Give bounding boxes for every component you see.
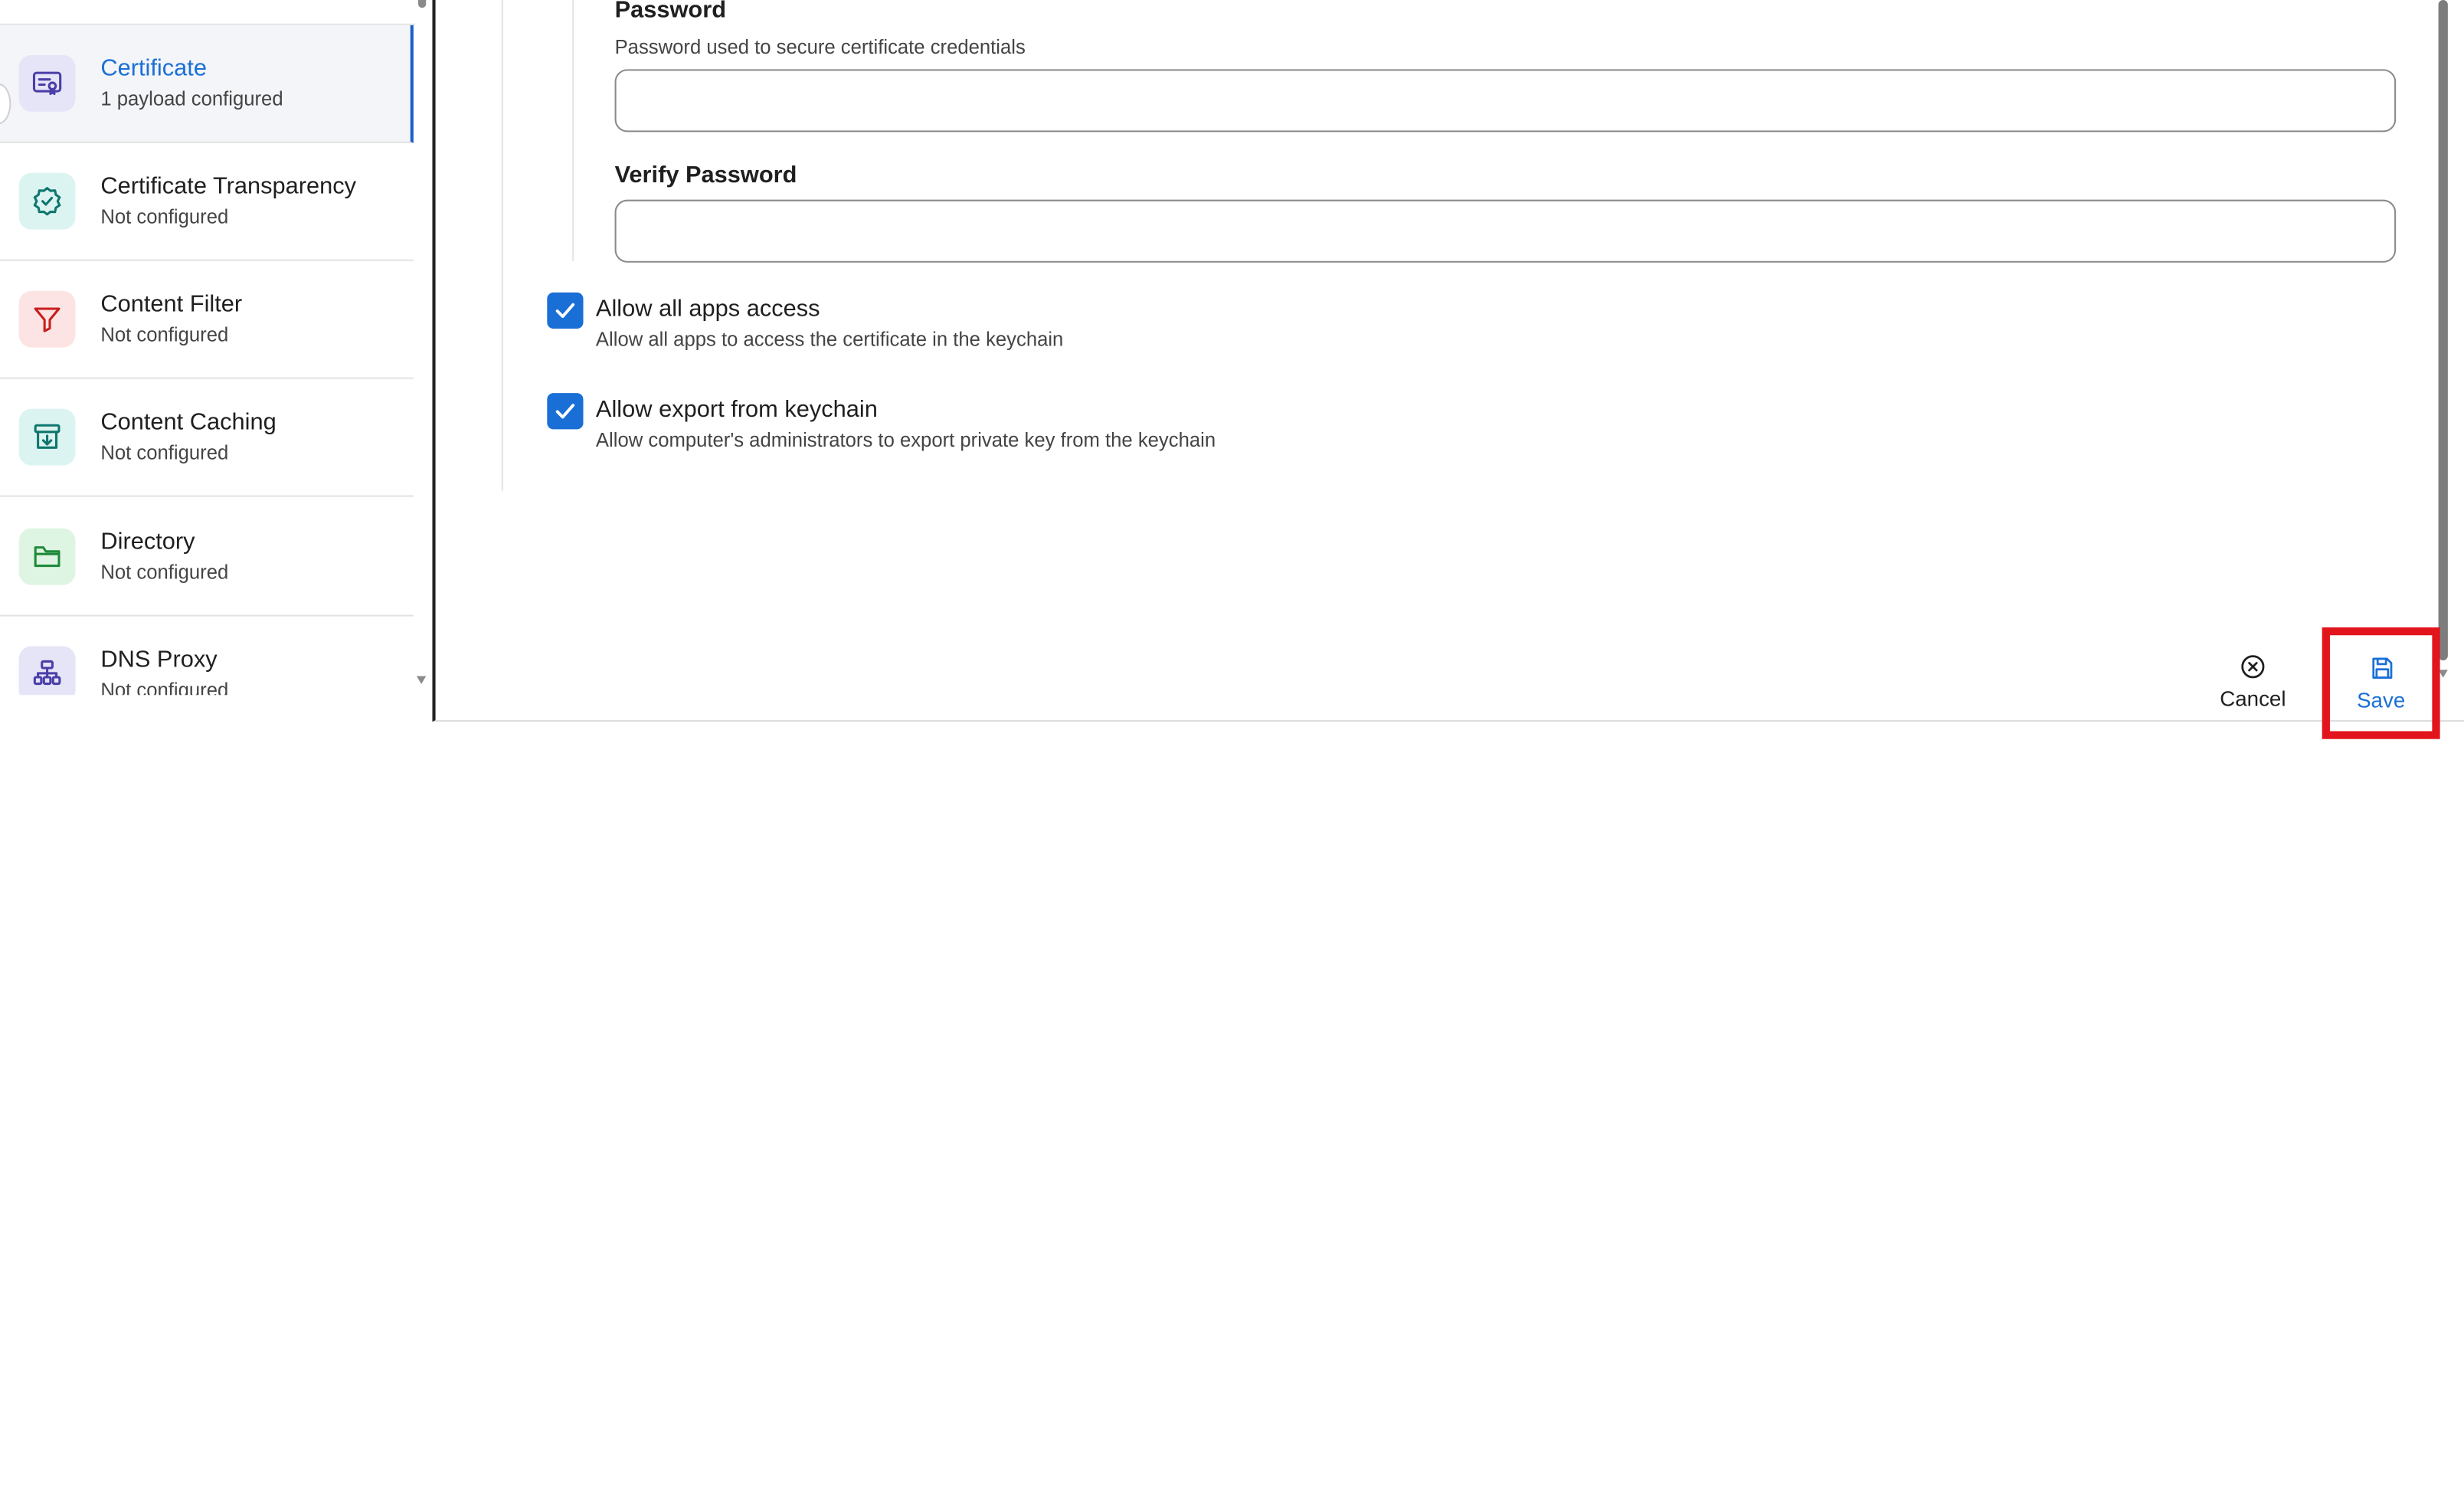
sidebar-item-dns-proxy[interactable]: DNS Proxy Not configured <box>0 617 414 696</box>
close-circle-icon <box>2241 655 2265 679</box>
allow-all-apps-label[interactable]: Allow all apps access <box>596 296 820 323</box>
sidebar-item-certificate[interactable]: Certificate 1 payload configured <box>0 25 414 143</box>
sidebar-item-label: Content Caching <box>100 408 277 436</box>
editor-scrollbar[interactable] <box>2438 0 2448 661</box>
save-button-label: Save <box>2357 688 2406 712</box>
allow-export-label[interactable]: Allow export from keychain <box>596 396 878 423</box>
section-indent-line <box>501 0 503 491</box>
allow-export-description: Allow computer's administrators to expor… <box>595 429 1216 452</box>
payload-sidebar: Certificate 1 payload configured Certifi… <box>0 0 415 696</box>
cancel-button[interactable]: Cancel <box>2204 641 2302 723</box>
scroll-down-arrow-icon[interactable] <box>416 676 427 684</box>
archive-download-icon <box>18 408 76 466</box>
app-root: Certificate 1 payload configured Certifi… <box>0 0 2464 1503</box>
scroll-thumb[interactable] <box>417 0 427 8</box>
allow-all-apps-description: Allow all apps to access the certificate… <box>595 328 1064 351</box>
folder-icon <box>18 528 76 585</box>
password-description: Password used to secure certificate cred… <box>614 36 1026 58</box>
verify-password-field[interactable] <box>614 199 2397 263</box>
save-button[interactable]: Save <box>2322 627 2440 739</box>
sidebar-item-label: DNS Proxy <box>100 646 218 673</box>
sidebar-item-status: Not configured <box>100 441 229 464</box>
checkmark-icon <box>555 303 575 319</box>
sidebar-item-label: Directory <box>100 528 195 555</box>
network-icon <box>18 646 76 696</box>
sidebar-scrollbar[interactable] <box>415 0 429 695</box>
sidebar-item-label: Certificate <box>100 54 207 82</box>
save-icon <box>2371 657 2392 679</box>
sidebar-item-content-filter[interactable]: Content Filter Not configured <box>0 261 414 379</box>
subsection-indent-line <box>572 0 574 261</box>
filter-icon <box>18 290 76 348</box>
sidebar-item-status: Not configured <box>100 679 229 696</box>
sidebar-item-status: 1 payload configured <box>100 87 283 110</box>
collapse-handle[interactable] <box>0 83 11 125</box>
allow-export-checkbox[interactable] <box>547 393 584 430</box>
sidebar-item-status: Not configured <box>100 205 229 228</box>
sidebar-item-status: Not configured <box>100 561 229 584</box>
sidebar-item-certificate-transparency[interactable]: Certificate Transparency Not configured <box>0 143 414 261</box>
checkmark-icon <box>555 404 575 419</box>
check-badge-icon <box>18 172 76 230</box>
allow-all-apps-checkbox[interactable] <box>547 292 584 329</box>
certificate-icon <box>18 54 76 112</box>
cancel-button-label: Cancel <box>2220 686 2286 711</box>
password-label: Password <box>614 0 727 24</box>
verify-password-label: Verify Password <box>614 162 797 189</box>
password-field[interactable] <box>614 69 2397 133</box>
sidebar-item-directory[interactable]: Directory Not configured <box>0 499 414 617</box>
sidebar-item-status: Not configured <box>100 323 229 346</box>
sidebar-item-content-caching[interactable]: Content Caching Not configured <box>0 379 414 497</box>
sidebar-item-label: Certificate Transparency <box>100 172 357 200</box>
sidebar-item-label: Content Filter <box>100 290 243 318</box>
